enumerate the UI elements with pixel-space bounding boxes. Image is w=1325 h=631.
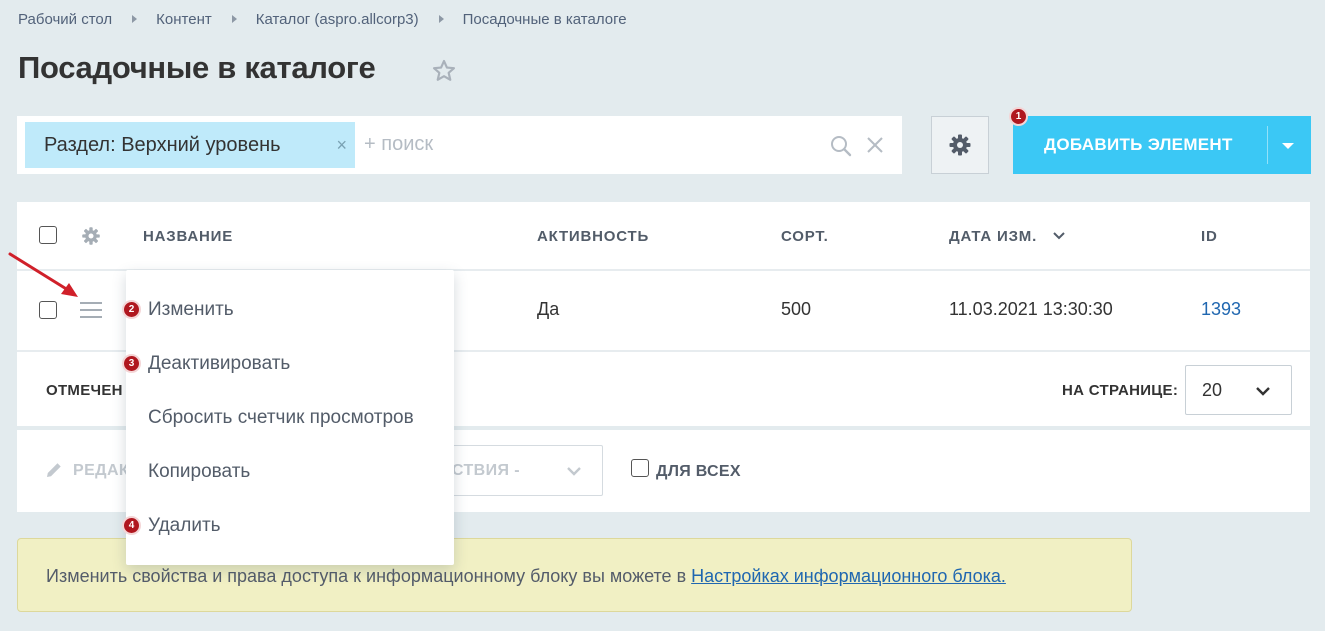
step-badge-4: 4 [122, 516, 141, 535]
gear-icon[interactable] [81, 226, 101, 246]
search-icon[interactable] [829, 134, 853, 158]
hamburger-icon[interactable] [80, 302, 102, 318]
for-all-checkbox[interactable] [631, 459, 649, 477]
menu-item-reset-views[interactable]: Сбросить счетчик просмотров [148, 407, 414, 429]
add-element-label: ДОБАВИТЬ ЭЛЕМЕНТ [1044, 135, 1233, 154]
chevron-down-icon [567, 467, 581, 476]
cell-sort: 500 [781, 299, 812, 319]
menu-item-edit[interactable]: Изменить [148, 299, 234, 321]
chip-close-icon[interactable]: × [336, 135, 347, 156]
notice-text-block: Изменить свойства и права доступа к инфо… [46, 566, 1006, 587]
column-header-date[interactable]: ДАТА ИЗМ. [949, 228, 1037, 245]
menu-item-delete[interactable]: Удалить [148, 515, 221, 537]
per-page-label: НА СТРАНИЦЕ: [1062, 382, 1179, 399]
arrow-icon [8, 252, 78, 297]
breadcrumb: Рабочий стол Контент Каталог (aspro.allc… [18, 9, 627, 29]
column-header-name[interactable]: НАЗВАНИЕ [143, 228, 233, 245]
row-context-menu: Изменить Деактивировать Сбросить счетчик… [126, 270, 454, 565]
add-element-button[interactable]: ДОБАВИТЬ ЭЛЕМЕНТ [1013, 116, 1311, 174]
for-all-label[interactable]: ДЛЯ ВСЕХ [656, 463, 741, 481]
actions-select[interactable]: ЙСТВИЯ - [435, 445, 603, 496]
add-button-divider [1267, 126, 1268, 164]
page-title: Посадочные в каталоге [18, 50, 376, 85]
breadcrumb-item-current[interactable]: Посадочные в каталоге [463, 11, 627, 28]
per-page-select[interactable]: 20 [1185, 365, 1292, 415]
selected-count-label: ОТМЕЧЕН [46, 382, 123, 399]
gear-icon [949, 134, 971, 156]
settings-button[interactable] [931, 116, 989, 174]
breadcrumb-item-catalog[interactable]: Каталог (aspro.allcorp3) [256, 11, 419, 28]
cell-active: Да [537, 299, 560, 319]
filter-chip-label: Раздел: Верхний уровень [44, 133, 281, 156]
filter-search-bar[interactable]: Раздел: Верхний уровень × + поиск [17, 116, 902, 174]
step-badge-2: 2 [122, 300, 141, 319]
edit-action-button[interactable]: РЕДАК [73, 462, 129, 480]
filter-chip[interactable]: Раздел: Верхний уровень × [25, 122, 355, 168]
iblock-settings-link[interactable]: Настройках информационного блока. [691, 566, 1006, 586]
breadcrumb-separator-icon [132, 15, 138, 23]
menu-item-copy[interactable]: Копировать [148, 461, 250, 483]
step-badge-1: 1 [1009, 107, 1028, 126]
breadcrumb-separator-icon [438, 15, 444, 23]
close-icon[interactable] [866, 136, 884, 154]
search-input[interactable]: + поиск [364, 133, 433, 156]
chevron-down-icon [1256, 387, 1270, 396]
cell-date: 11.03.2021 13:30:30 [949, 299, 1113, 319]
notice-text: Изменить свойства и права доступа к инфо… [46, 566, 692, 586]
breadcrumb-separator-icon [231, 15, 237, 23]
row-checkbox[interactable] [39, 301, 57, 319]
step-badge-3: 3 [122, 354, 141, 373]
column-header-id[interactable]: ID [1201, 228, 1218, 245]
menu-item-deactivate[interactable]: Деактивировать [148, 353, 290, 375]
select-all-checkbox[interactable] [39, 226, 57, 244]
pencil-icon [47, 463, 61, 477]
cell-id-link[interactable]: 1393 [1201, 299, 1241, 320]
star-icon[interactable] [431, 58, 457, 84]
breadcrumb-item-content[interactable]: Контент [156, 11, 212, 28]
column-header-sort[interactable]: СОРТ. [781, 228, 829, 245]
chevron-down-icon[interactable] [1053, 232, 1065, 240]
breadcrumb-item-desktop[interactable]: Рабочий стол [18, 11, 112, 28]
per-page-value: 20 [1202, 380, 1223, 400]
chevron-down-icon[interactable] [1282, 143, 1294, 149]
column-header-active[interactable]: АКТИВНОСТЬ [537, 228, 649, 245]
